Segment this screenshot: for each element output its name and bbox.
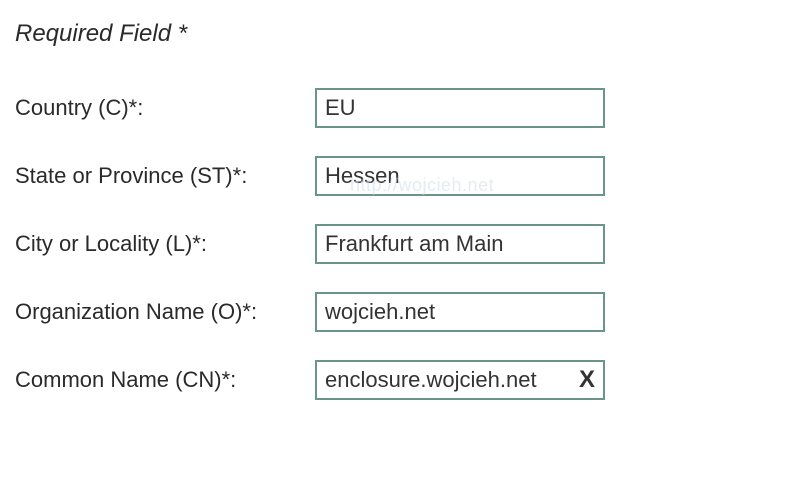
common-name-label: Common Name (CN)*: bbox=[15, 367, 315, 393]
city-row: City or Locality (L)*: bbox=[15, 224, 785, 264]
common-name-input-wrapper: X bbox=[315, 360, 605, 400]
country-row: Country (C)*: bbox=[15, 88, 785, 128]
country-input[interactable] bbox=[315, 88, 605, 128]
common-name-input[interactable] bbox=[315, 360, 605, 400]
state-row: State or Province (ST)*: bbox=[15, 156, 785, 196]
organization-label: Organization Name (O)*: bbox=[15, 299, 315, 325]
common-name-row: Common Name (CN)*: X bbox=[15, 360, 785, 400]
clear-icon[interactable]: X bbox=[579, 366, 595, 394]
organization-input[interactable] bbox=[315, 292, 605, 332]
state-label: State or Province (ST)*: bbox=[15, 163, 315, 189]
required-field-header: Required Field * bbox=[15, 20, 785, 48]
country-label: Country (C)*: bbox=[15, 95, 315, 121]
state-input[interactable] bbox=[315, 156, 605, 196]
city-input[interactable] bbox=[315, 224, 605, 264]
city-label: City or Locality (L)*: bbox=[15, 231, 315, 257]
organization-row: Organization Name (O)*: bbox=[15, 292, 785, 332]
